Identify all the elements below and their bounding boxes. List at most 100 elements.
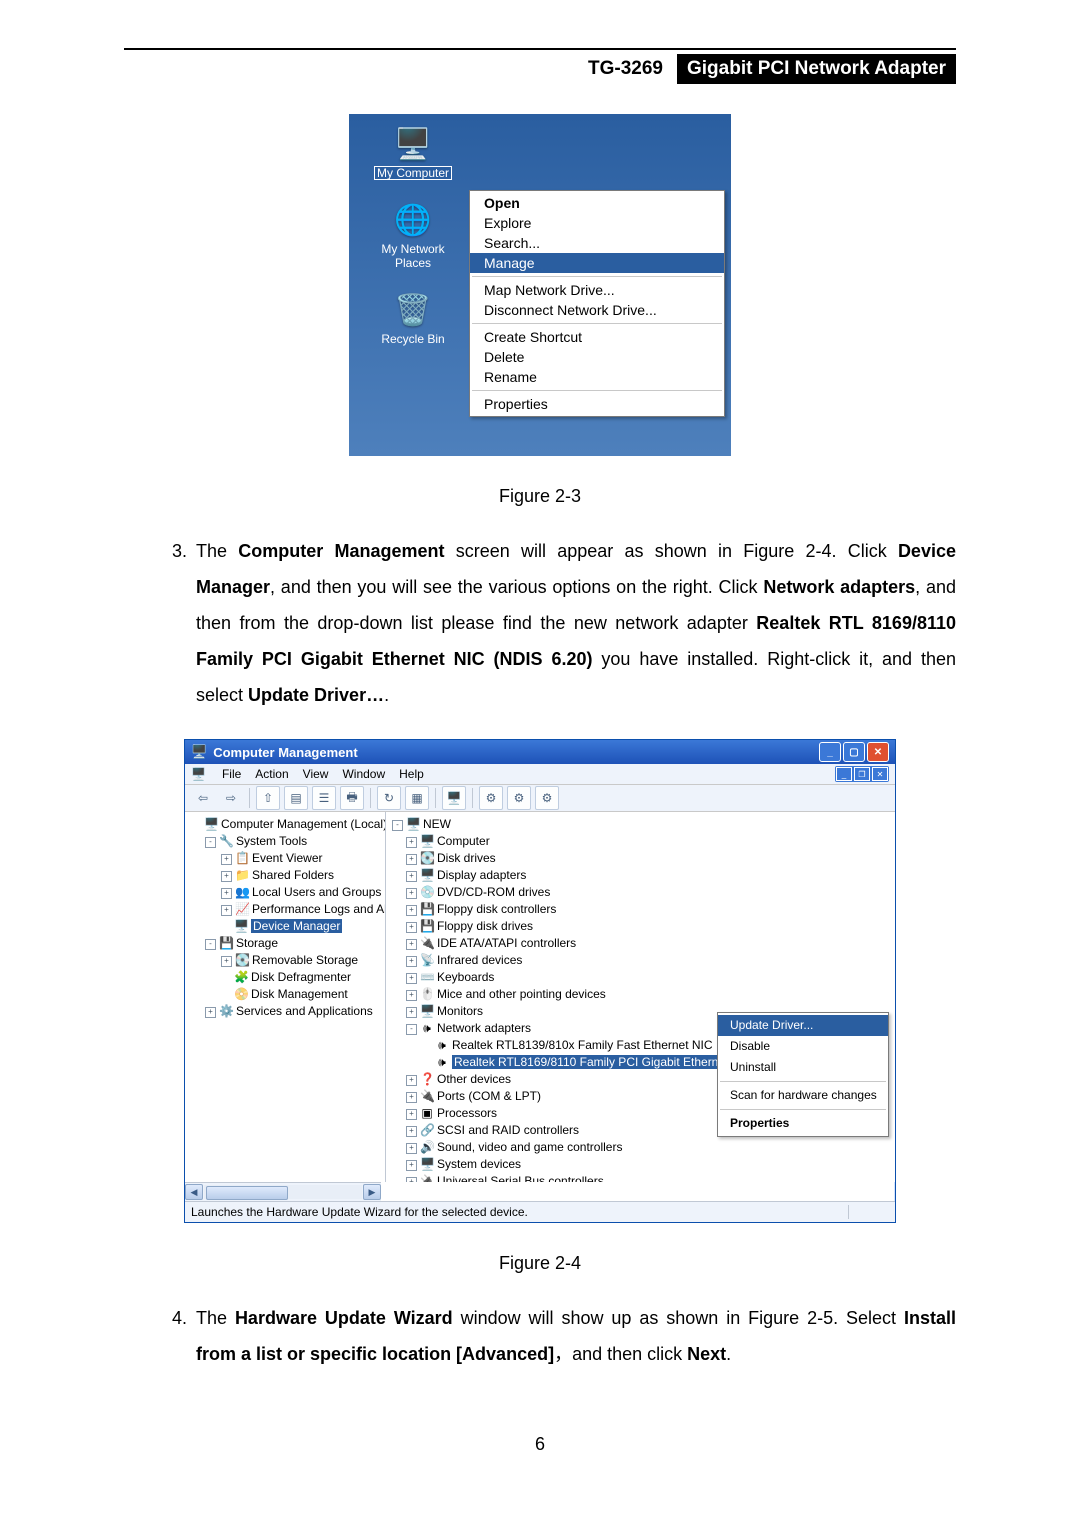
expand-icon[interactable]: +	[406, 1177, 417, 1182]
properties-button[interactable]: ☰	[312, 786, 336, 810]
expand-icon[interactable]: +	[406, 1143, 417, 1154]
expand-icon[interactable]: -	[205, 939, 216, 950]
dev-enable-button[interactable]: ⚙	[479, 786, 503, 810]
left-tree-hscroll[interactable]: ◀ ▶	[185, 1182, 381, 1201]
tree-node[interactable]: +💾Floppy disk controllers	[388, 901, 893, 918]
mdi-window-buttons[interactable]: _❐✕	[835, 766, 889, 782]
show-hide-tree-button[interactable]: ▤	[284, 786, 308, 810]
tree-node[interactable]: +🔌IDE ATA/ATAPI controllers	[388, 935, 893, 952]
tree-node[interactable]: +💾Floppy disk drives	[388, 918, 893, 935]
tree-node[interactable]: -🔧System Tools	[187, 833, 383, 850]
menu-window[interactable]: Window	[342, 767, 385, 781]
tree-node[interactable]: 🖥️Computer Management (Local)	[187, 816, 383, 833]
left-tree[interactable]: 🖥️Computer Management (Local)-🔧System To…	[185, 812, 386, 1182]
node-icon: 💽	[420, 850, 434, 867]
tree-node[interactable]: 🧩Disk Defragmenter	[187, 969, 383, 986]
expand-icon[interactable]: +	[406, 973, 417, 984]
context-menu-item[interactable]: Disable	[718, 1036, 888, 1057]
tree-node[interactable]: -💾Storage	[187, 935, 383, 952]
menu-item[interactable]: Manage	[470, 253, 724, 273]
menu-view[interactable]: View	[303, 767, 329, 781]
menu-file[interactable]: File	[222, 767, 241, 781]
expand-icon[interactable]: +	[221, 905, 232, 916]
my-computer-icon[interactable]: 🖥️My Computer	[357, 122, 469, 180]
menu-item[interactable]: Disconnect Network Drive...	[470, 300, 724, 320]
tree-node[interactable]: -🖥️NEW	[388, 816, 893, 833]
node-label: Floppy disk drives	[437, 919, 533, 933]
tree-node[interactable]: +🔌Universal Serial Bus controllers	[388, 1173, 893, 1182]
maximize-button[interactable]: ▢	[843, 742, 865, 762]
context-menu-item[interactable]: Properties	[718, 1113, 888, 1134]
expand-icon[interactable]: +	[406, 922, 417, 933]
recycle-bin-icon[interactable]: 🗑️Recycle Bin	[357, 288, 469, 346]
tree-node[interactable]: +🔊Sound, video and game controllers	[388, 1139, 893, 1156]
minimize-button[interactable]: _	[819, 742, 841, 762]
expand-icon[interactable]: +	[406, 854, 417, 865]
menu-action[interactable]: Action	[255, 767, 288, 781]
dev-disable-button[interactable]: ⚙	[507, 786, 531, 810]
expand-icon[interactable]: +	[221, 888, 232, 899]
expand-icon[interactable]: +	[221, 956, 232, 967]
tree-node[interactable]: 📀Disk Management	[187, 986, 383, 1003]
expand-icon[interactable]: +	[406, 871, 417, 882]
context-menu-item[interactable]: Uninstall	[718, 1057, 888, 1078]
menu-item[interactable]: Rename	[470, 367, 724, 387]
refresh-button[interactable]: ↻	[377, 786, 401, 810]
tree-node[interactable]: 🖥️Device Manager	[187, 918, 383, 935]
up-button[interactable]: ⇧	[256, 786, 280, 810]
expand-icon[interactable]: +	[406, 1160, 417, 1171]
expand-icon[interactable]: +	[406, 1075, 417, 1086]
context-menu-item[interactable]: Scan for hardware changes	[718, 1085, 888, 1106]
tree-node[interactable]: +💽Disk drives	[388, 850, 893, 867]
tree-node[interactable]: +💿DVD/CD-ROM drives	[388, 884, 893, 901]
expand-icon[interactable]: +	[406, 1007, 417, 1018]
menu-item[interactable]: Properties	[470, 394, 724, 414]
tree-node[interactable]: +📈Performance Logs and Alerts	[187, 901, 383, 918]
tree-node[interactable]: +📋Event Viewer	[187, 850, 383, 867]
expand-icon[interactable]: +	[406, 837, 417, 848]
menu-item[interactable]: Open	[470, 193, 724, 213]
close-button[interactable]: ✕	[867, 742, 889, 762]
tree-node[interactable]: +💽Removable Storage	[187, 952, 383, 969]
menu-item[interactable]: Explore	[470, 213, 724, 233]
scroll-left-icon[interactable]: ◀	[185, 1184, 203, 1200]
expand-icon[interactable]: -	[406, 1024, 417, 1035]
expand-icon[interactable]: -	[392, 820, 403, 831]
menu-help[interactable]: Help	[399, 767, 424, 781]
tree-node[interactable]: +📡Infrared devices	[388, 952, 893, 969]
expand-icon[interactable]: +	[221, 871, 232, 882]
menu-item[interactable]: Map Network Drive...	[470, 280, 724, 300]
expand-icon[interactable]: +	[221, 854, 232, 865]
tree-node[interactable]: +📁Shared Folders	[187, 867, 383, 884]
back-button[interactable]: ⇦	[191, 786, 215, 810]
expand-icon[interactable]: -	[205, 837, 216, 848]
context-menu-item[interactable]: Update Driver...	[718, 1015, 888, 1036]
expand-icon[interactable]: +	[406, 1109, 417, 1120]
expand-icon[interactable]: +	[406, 888, 417, 899]
tree-node[interactable]: +🖥️Computer	[388, 833, 893, 850]
expand-icon[interactable]: +	[406, 1092, 417, 1103]
expand-icon[interactable]: +	[406, 905, 417, 916]
tree-node[interactable]: +🖱️Mice and other pointing devices	[388, 986, 893, 1003]
scroll-right-icon[interactable]: ▶	[363, 1184, 381, 1200]
expand-icon[interactable]: +	[406, 956, 417, 967]
tree-node[interactable]: +🖥️System devices	[388, 1156, 893, 1173]
network-places-icon[interactable]: 🌐My Network Places	[357, 198, 469, 270]
menu-item[interactable]: Delete	[470, 347, 724, 367]
tree-node[interactable]: +🖥️Display adapters	[388, 867, 893, 884]
right-tree[interactable]: -🖥️NEW+🖥️Computer+💽Disk drives+🖥️Display…	[386, 812, 895, 1182]
expand-icon[interactable]: +	[406, 939, 417, 950]
expand-icon[interactable]: +	[205, 1007, 216, 1018]
print-button[interactable]: 🖶	[340, 786, 364, 810]
forward-button[interactable]: ⇨	[219, 786, 243, 810]
menu-item[interactable]: Search...	[470, 233, 724, 253]
expand-icon[interactable]: +	[406, 990, 417, 1001]
dev-uninstall-button[interactable]: ⚙	[535, 786, 559, 810]
export-button[interactable]: ▦	[405, 786, 429, 810]
menu-item[interactable]: Create Shortcut	[470, 327, 724, 347]
tree-node[interactable]: +⚙️Services and Applications	[187, 1003, 383, 1020]
scan-button[interactable]: 🖥️	[442, 786, 466, 810]
tree-node[interactable]: +⌨️Keyboards	[388, 969, 893, 986]
expand-icon[interactable]: +	[406, 1126, 417, 1137]
tree-node[interactable]: +👥Local Users and Groups	[187, 884, 383, 901]
